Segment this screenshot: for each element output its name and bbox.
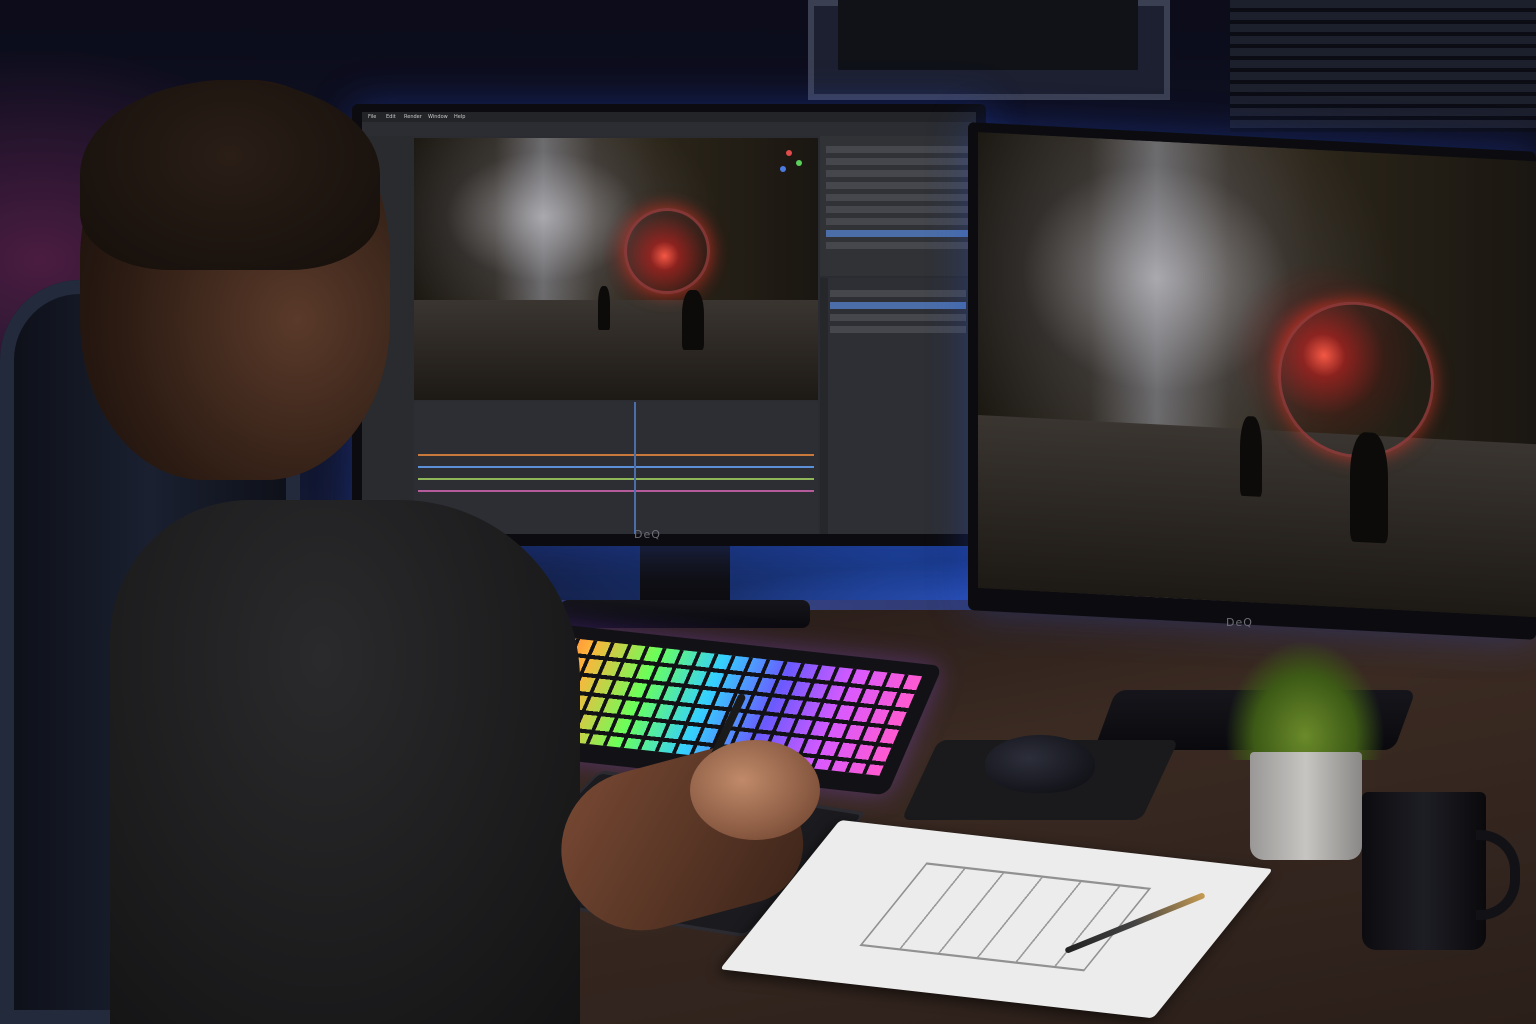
outliner-panel xyxy=(820,136,976,276)
property-row-selected[interactable] xyxy=(830,302,966,309)
axis-gizmo-y-icon[interactable] xyxy=(796,160,802,166)
viewport-render[interactable] xyxy=(414,138,818,400)
timeline-curve-4 xyxy=(418,490,814,492)
outliner-row[interactable] xyxy=(826,170,970,177)
menu-help[interactable]: Help xyxy=(454,114,465,120)
property-row[interactable] xyxy=(830,326,966,333)
right-monitor-screen xyxy=(978,132,1536,618)
right-monitor-brand: DeQ xyxy=(1226,616,1253,629)
render-figure-1 xyxy=(1240,415,1262,497)
timeline-playhead[interactable] xyxy=(634,402,636,534)
outliner-row[interactable] xyxy=(826,242,970,249)
fullscreen-render xyxy=(978,132,1536,618)
axis-gizmo-z-icon[interactable] xyxy=(780,166,786,172)
left-monitor-brand: DeQ xyxy=(634,528,661,541)
outliner-row-selected[interactable] xyxy=(826,230,970,237)
left-monitor-base xyxy=(560,600,810,628)
render-portal-ring xyxy=(624,208,710,294)
property-row[interactable] xyxy=(830,314,966,321)
plant-pot xyxy=(1250,752,1362,860)
editor-menu-bar: File Edit Render Window Help xyxy=(362,112,976,122)
properties-panel xyxy=(820,278,976,534)
menu-edit[interactable]: Edit xyxy=(386,114,396,120)
timeline-curve-3 xyxy=(418,478,814,480)
potted-plant xyxy=(1225,640,1385,760)
timeline-curve-1 xyxy=(418,454,814,456)
outliner-row[interactable] xyxy=(826,158,970,165)
left-monitor-screen: File Edit Render Window Help xyxy=(362,112,976,534)
property-row[interactable] xyxy=(830,290,966,297)
person-hand xyxy=(690,740,820,840)
render-figure-2 xyxy=(1350,431,1388,544)
editor-toolbar xyxy=(362,122,976,136)
render-figure-1 xyxy=(598,286,610,330)
notebook-sketch xyxy=(859,862,1152,972)
outliner-row[interactable] xyxy=(826,194,970,201)
gaming-mouse xyxy=(985,735,1095,793)
render-figure-2 xyxy=(682,290,704,350)
wall-picture xyxy=(838,0,1138,70)
render-ground xyxy=(414,300,818,400)
timeline-panel[interactable] xyxy=(414,402,818,534)
window-blinds xyxy=(1230,0,1536,132)
menu-file[interactable]: File xyxy=(368,114,376,120)
properties-tab-strip[interactable] xyxy=(820,278,828,534)
coffee-mug xyxy=(1362,792,1486,950)
menu-window[interactable]: Window xyxy=(428,114,448,120)
outliner-row[interactable] xyxy=(826,206,970,213)
outliner-row[interactable] xyxy=(826,218,970,225)
outliner-row[interactable] xyxy=(826,146,970,153)
timeline-curve-2 xyxy=(418,466,814,468)
person-torso xyxy=(110,500,580,1024)
photo-scene: File Edit Render Window Help DeQ DeQ xyxy=(0,0,1536,1024)
outliner-row[interactable] xyxy=(826,182,970,189)
axis-gizmo-x-icon[interactable] xyxy=(786,150,792,156)
menu-render[interactable]: Render xyxy=(404,114,422,120)
person-hair xyxy=(80,80,380,270)
